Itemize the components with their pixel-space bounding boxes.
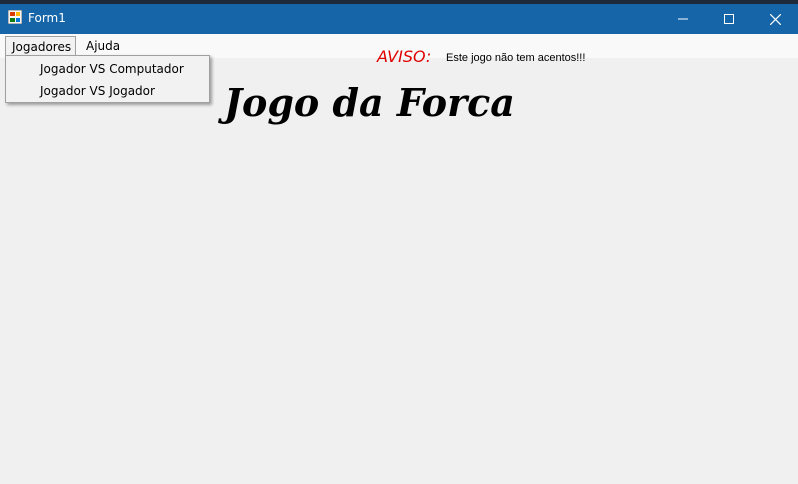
window-title: Form1 [28, 11, 66, 25]
menu-ajuda[interactable]: Ajuda [80, 36, 126, 56]
game-title: Jogo da Forca [224, 80, 515, 125]
main-window: Form1 Jogadores Ajuda AVISO: Este jogo n… [0, 0, 798, 484]
close-button[interactable] [752, 4, 798, 34]
winforms-app-icon [8, 10, 22, 24]
menu-item-jogador-vs-jogador[interactable]: Jogador VS Jogador [40, 83, 155, 99]
warning-text: Este jogo não tem acentos!!! [446, 52, 586, 64]
minimize-icon [678, 18, 688, 20]
menu-item-jogador-vs-computador[interactable]: Jogador VS Computador [40, 61, 184, 77]
close-icon [769, 13, 781, 25]
title-bar[interactable]: Form1 [0, 4, 798, 34]
jogadores-dropdown-menu: Jogador VS Computador Jogador VS Jogador [5, 55, 210, 103]
maximize-icon [724, 14, 734, 24]
warning-label: AVISO: [377, 47, 432, 66]
minimize-button[interactable] [660, 4, 706, 34]
maximize-button[interactable] [706, 4, 752, 34]
